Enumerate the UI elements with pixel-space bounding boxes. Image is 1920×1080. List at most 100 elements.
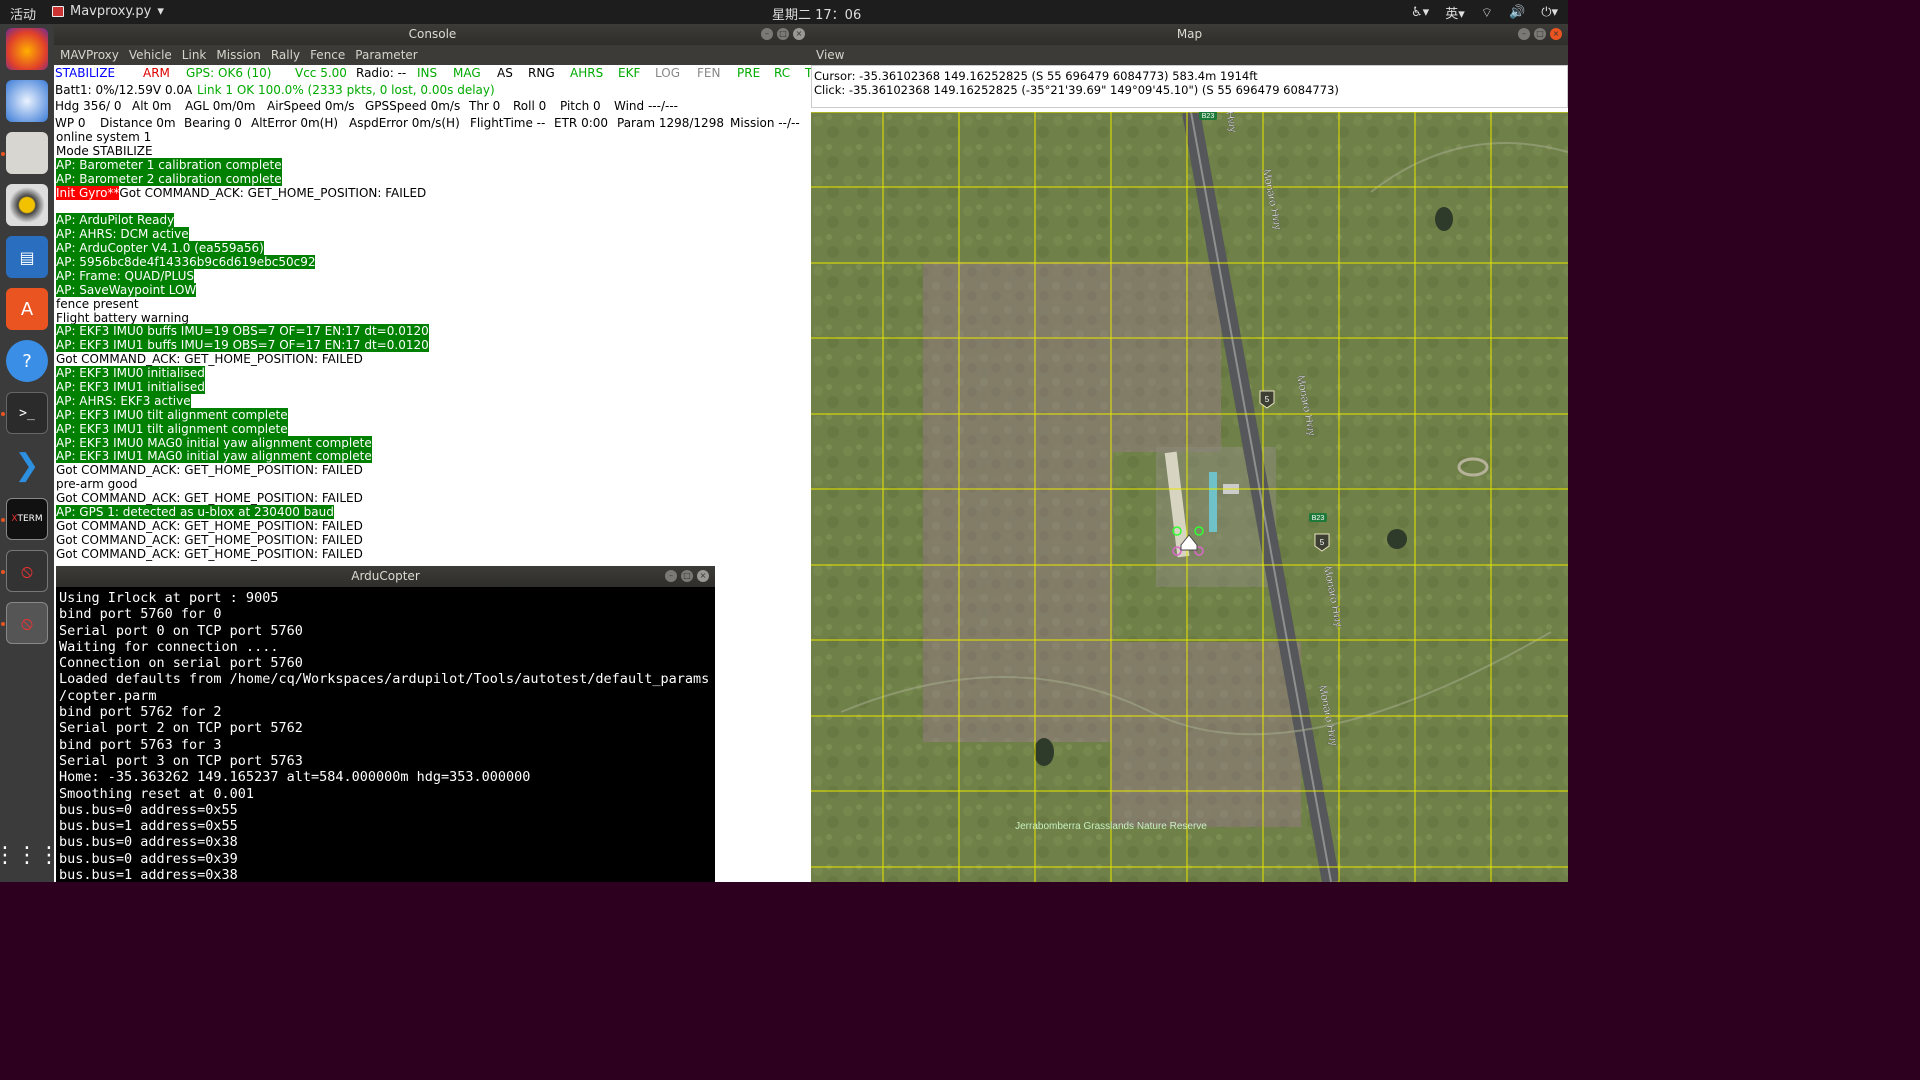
software-icon[interactable]: A <box>6 288 48 330</box>
maximize-icon[interactable]: □ <box>777 28 789 40</box>
menu-mavproxy[interactable]: MAVProxy <box>60 48 119 62</box>
place-label: Jerrabomberra Grasslands Nature Reserve <box>1015 821 1207 832</box>
terminal-line: bus.bus=0 address=0x39 <box>59 850 238 867</box>
running-indicator <box>1 622 5 626</box>
status-indicator: AspdError 0m/s(H) <box>349 115 460 130</box>
vscode-icon[interactable]: ❯ <box>6 444 48 486</box>
satellite-map[interactable]: 5 5 B23 B23 Monaro Hwy Monaro Hwy Monaro… <box>811 112 1568 882</box>
terminal-line: bind port 5763 for 3 <box>59 736 222 753</box>
pond <box>1435 207 1453 231</box>
thunderbird-icon[interactable] <box>6 80 48 122</box>
map-info-panel: Cursor: -35.36102368 149.16252825 (S 55 … <box>811 65 1568 108</box>
log-line: AP: Barometer 1 calibration complete <box>56 157 282 172</box>
message-log: online system 1 Mode STABILIZE AP: Baromet… <box>56 130 806 562</box>
system-tray[interactable]: ♿▾ 英▾ ⌔ 🔊 ⏻▾ <box>1411 3 1558 22</box>
status-indicator: RNG <box>528 66 555 80</box>
arducopter-titlebar[interactable]: ArduCopter – □ × <box>56 566 715 587</box>
building <box>1209 472 1217 532</box>
terminal-line: Loaded defaults from /home/cq/Workspaces… <box>59 671 710 688</box>
menu-fence[interactable]: Fence <box>310 48 345 62</box>
log-line: fence present <box>56 296 139 311</box>
minimize-icon[interactable]: – <box>761 28 773 40</box>
cursor-readout: Cursor: -35.36102368 149.16252825 (S 55 … <box>814 69 1258 83</box>
status-indicator: ARM <box>143 66 170 80</box>
status-indicator: AltError 0m(H) <box>251 115 339 130</box>
terminal-line: bus.bus=0 address=0x55 <box>59 801 238 818</box>
writer-icon[interactable]: ▤ <box>6 236 48 278</box>
map-canvas[interactable]: 5 5 B23 B23 Monaro Hwy Monaro Hwy Monaro… <box>811 112 1568 882</box>
close-icon[interactable]: × <box>697 570 709 582</box>
log-line: AP: ArduPilot Ready <box>56 213 175 228</box>
window-title: Map <box>1176 27 1203 41</box>
log-line: AP: EKF3 IMU0 buffs IMU=19 OBS=7 OF=17 E… <box>56 324 429 339</box>
status-indicator: AirSpeed 0m/s <box>267 99 355 113</box>
status-row-3: Hdg 356/ 0 Alt 0m AGL 0m/0m AirSpeed 0m/s GP… <box>55 99 811 116</box>
maximize-icon[interactable]: □ <box>681 570 693 582</box>
terminal-line: Connection on serial port 5760 <box>59 655 303 672</box>
terminal-output[interactable]: Using Irlock at port : 9005 bind port 576… <box>56 587 715 883</box>
terminal-line: Serial port 0 on TCP port 5760 <box>59 622 303 639</box>
highway-badge-label: B23 <box>1202 113 1215 120</box>
show-applications-icon[interactable]: ⋮⋮⋮ <box>0 834 60 876</box>
log-line: AP: EKF3 IMU0 MAG0 initial yaw alignment… <box>56 435 372 450</box>
terminal-line: bus.bus=0 address=0x38 <box>59 834 238 851</box>
minimize-icon[interactable]: – <box>1518 28 1530 40</box>
volume-icon[interactable]: 🔊 <box>1509 5 1525 20</box>
status-indicator: FEN <box>697 66 721 80</box>
log-line: pre-arm good <box>56 477 138 492</box>
log-line: AP: 5956bc8de4f14336b9c6d619ebc50c92 <box>56 255 316 270</box>
log-line: AP: ArduCopter V4.1.0 (ea559a56) <box>56 241 264 256</box>
minimize-icon[interactable]: – <box>665 570 677 582</box>
menu-rally[interactable]: Rally <box>271 48 300 62</box>
help-icon[interactable]: ? <box>6 340 48 382</box>
console-titlebar[interactable]: Console – □ × <box>54 24 811 45</box>
blocked-app-icon[interactable]: ⦸ <box>6 550 48 592</box>
pond <box>1387 529 1407 549</box>
status-indicator: Batt1: 0%/12.59V 0.0A <box>55 82 193 97</box>
files-icon[interactable] <box>6 132 48 174</box>
status-panel: STABILIZE ARM GPS: OK6 (10) Vcc 5.00 Radio: … <box>54 65 812 133</box>
firefox-icon[interactable] <box>6 28 48 70</box>
terminal-line: Smoothing reset at 0.001 <box>59 785 255 802</box>
menu-vehicle[interactable]: Vehicle <box>129 48 172 62</box>
log-line: Got COMMAND_ACK: GET_HOME_POSITION: FAIL… <box>56 518 363 533</box>
input-method[interactable]: 英▾ <box>1445 3 1465 22</box>
power-icon[interactable]: ⏻▾ <box>1541 5 1558 20</box>
status-indicator: WP 0 <box>55 115 86 130</box>
status-indicator: FlightTime -- <box>470 115 546 130</box>
accessibility-icon[interactable]: ♿▾ <box>1411 5 1429 20</box>
close-icon[interactable]: × <box>793 28 805 40</box>
menu-mission[interactable]: Mission <box>216 48 260 62</box>
app-name: Mavproxy.py <box>70 4 152 19</box>
blocked-app-icon[interactable]: ⦸ <box>6 602 48 644</box>
status-indicator: AS <box>497 66 513 80</box>
xterm-icon[interactable]: X TERM <box>6 498 48 540</box>
status-row-4: WP 0 Distance 0m Bearing 0 AltError 0m(H) As… <box>55 116 811 133</box>
clock[interactable]: 星期二 17：06 <box>772 4 861 23</box>
status-indicator: GPSSpeed 0m/s <box>365 99 461 113</box>
terminal-icon[interactable]: >_ <box>6 392 48 434</box>
app-menu[interactable]: Mavproxy.py ▾ <box>52 4 164 19</box>
activities-button[interactable]: 活动 <box>10 4 36 23</box>
status-indicator: Radio: -- <box>356 66 407 80</box>
close-icon[interactable]: × <box>1550 28 1562 40</box>
status-row-2: Batt1: 0%/12.59V 0.0A Link 1 OK 100.0% (2… <box>55 83 811 100</box>
log-line: AP: Frame: QUAD/PLUS <box>56 268 194 283</box>
network-icon[interactable]: ⌔ <box>1481 5 1493 21</box>
rhythmbox-icon[interactable] <box>6 184 48 226</box>
route-badge-label: 5 <box>1265 395 1270 404</box>
map-titlebar[interactable]: Map – □ × <box>811 24 1568 45</box>
terminal-line: Serial port 2 on TCP port 5762 <box>59 720 303 737</box>
menu-view[interactable]: View <box>811 45 1568 65</box>
highway-badge: B23 <box>1199 112 1217 120</box>
status-indicator: EKF <box>618 66 641 80</box>
console-menubar: MAVProxy Vehicle Link Mission Rally Fenc… <box>54 45 811 65</box>
terminal-line: /copter.parm <box>59 687 157 704</box>
log-line: online system 1 <box>56 130 152 144</box>
running-indicator <box>1 152 5 156</box>
maximize-icon[interactable]: □ <box>1534 28 1546 40</box>
menu-link[interactable]: Link <box>182 48 207 62</box>
status-indicator: AGL 0m/0m <box>185 99 256 113</box>
route-badge-label: 5 <box>1320 538 1325 547</box>
menu-parameter[interactable]: Parameter <box>355 48 417 62</box>
